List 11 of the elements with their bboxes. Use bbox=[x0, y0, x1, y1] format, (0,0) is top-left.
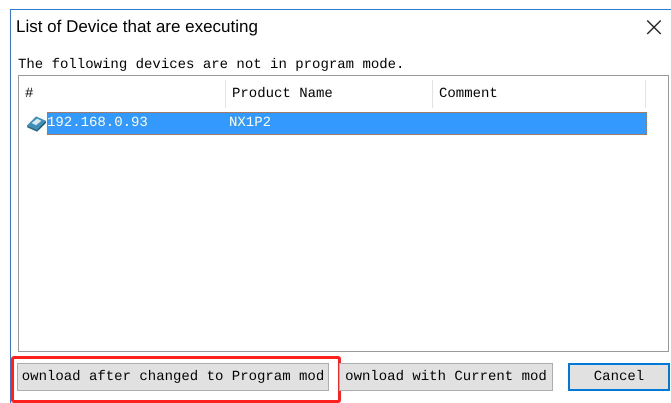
message-text: The following devices are not in program mode. bbox=[18, 57, 406, 73]
column-header[interactable]: Comment bbox=[433, 80, 646, 108]
window-title: List of Device that are executing bbox=[16, 17, 259, 37]
column-header[interactable]: # bbox=[19, 80, 226, 108]
dialog-button[interactable]: Cancel bbox=[568, 363, 670, 391]
table-cell: NX1P2 bbox=[229, 115, 272, 131]
dialog-button[interactable]: ownload with Current mod bbox=[339, 363, 553, 391]
close-button[interactable]: × bbox=[642, 15, 666, 39]
dialog-button[interactable]: ownload after changed to Program mod bbox=[17, 363, 329, 391]
table-cell-text: 192.168.0.93 bbox=[47, 115, 149, 131]
column-header[interactable]: Product Name bbox=[226, 80, 433, 108]
